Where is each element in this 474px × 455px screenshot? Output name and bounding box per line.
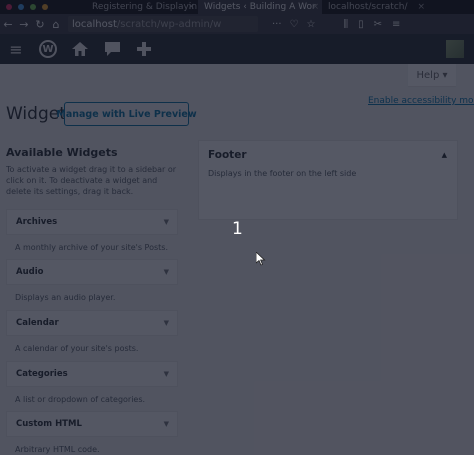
sidebar-description: Displays in the footer on the left side — [208, 169, 357, 178]
browser-tab-label: Widgets ‹ Building A Wor — [204, 2, 316, 12]
pinned-tabs — [0, 0, 86, 14]
home-icon[interactable]: ⌂ — [48, 18, 64, 31]
widget-title: Archives — [16, 217, 58, 227]
pocket-icon[interactable]: ♡ — [290, 19, 299, 30]
url-host: localhost — [72, 18, 117, 30]
close-icon[interactable]: × — [417, 0, 425, 14]
browser-menu-icon[interactable]: ≡ — [392, 19, 400, 30]
step-number: 1 — [232, 219, 243, 239]
wordpress-logo: W — [39, 40, 57, 58]
widget-custom-html[interactable]: Custom HTML ▼ — [6, 411, 178, 437]
sidebar-footer-area[interactable]: Footer ▲ Displays in the footer on the l… — [198, 140, 458, 220]
comment-icon[interactable] — [96, 34, 128, 64]
browser-tab-active[interactable]: Widgets ‹ Building A Wor × — [198, 0, 322, 14]
help-tab-button[interactable]: Help ▾ — [408, 64, 456, 86]
available-widgets-title: Available Widgets — [6, 146, 118, 159]
widget-description: A monthly archive of your site's Posts. — [15, 243, 168, 252]
reload-icon[interactable]: ↻ — [32, 18, 48, 31]
menu-icon[interactable]: ≡ — [0, 34, 32, 64]
wordpress-logo-icon[interactable]: W — [32, 34, 64, 64]
chevron-down-icon[interactable]: ▼ — [164, 319, 169, 327]
widget-title: Categories — [16, 369, 68, 379]
back-arrow-icon[interactable]: ← — [0, 18, 16, 31]
widget-audio[interactable]: Audio ▼ — [6, 259, 178, 285]
browser-tab-label: localhost/scratch/ — [328, 2, 408, 12]
widget-description: A calendar of your site's posts. — [15, 344, 139, 353]
widget-title: Audio — [16, 267, 44, 277]
sidebar-icon[interactable]: ▯ — [358, 19, 364, 30]
widget-description: A list or dropdown of categories. — [15, 395, 146, 404]
bookmark-star-icon[interactable]: ☆ — [307, 19, 316, 30]
pinned-tab-icon[interactable] — [6, 4, 12, 10]
tab-strip-spacer — [428, 0, 474, 14]
widget-title: Calendar — [16, 318, 59, 328]
chevron-up-icon[interactable]: ▲ — [442, 151, 447, 159]
chevron-down-icon[interactable]: ▼ — [164, 268, 169, 276]
url-path: /scratch/wp-admin/w — [116, 18, 222, 30]
pinned-tab-icon[interactable] — [18, 4, 24, 10]
chevron-down-icon[interactable]: ▼ — [164, 420, 169, 428]
widget-archives[interactable]: Archives ▼ — [6, 209, 178, 235]
widget-calendar[interactable]: Calendar ▼ — [6, 310, 178, 336]
avatar[interactable] — [446, 40, 464, 58]
close-icon[interactable]: × — [311, 0, 319, 14]
browser-extra-tools: ⫼ ▯ ✂ ≡ — [343, 19, 400, 30]
browser-tab[interactable]: Registering & Displayin × — [86, 0, 198, 14]
pinned-tab-icon[interactable] — [42, 4, 48, 10]
close-icon[interactable]: × — [187, 0, 195, 14]
browser-tab-strip: Registering & Displayin × Widgets ‹ Buil… — [0, 0, 474, 14]
manage-live-preview-button[interactable]: Manage with Live Preview — [56, 102, 197, 126]
plus-icon[interactable] — [128, 34, 160, 64]
home-icon[interactable] — [64, 34, 96, 64]
forward-arrow-icon[interactable]: → — [16, 18, 32, 31]
chevron-down-icon[interactable]: ▼ — [164, 370, 169, 378]
browser-tab[interactable]: localhost/scratch/ × — [322, 0, 428, 14]
widget-categories[interactable]: Categories ▼ — [6, 361, 178, 387]
wp-admin-bar: ≡ W — [0, 34, 474, 64]
library-icon[interactable]: ⫼ — [343, 19, 348, 30]
chevron-down-icon[interactable]: ▼ — [164, 218, 169, 226]
screenshot-icon[interactable]: ✂ — [374, 19, 382, 30]
page-actions-icon[interactable]: ··· — [272, 19, 282, 30]
available-widgets-description: To activate a widget drag it to a sideba… — [6, 165, 177, 196]
mouse-cursor-icon — [256, 252, 266, 266]
url-actions: ··· ♡ ☆ — [272, 19, 315, 30]
sidebar-title: Footer — [208, 149, 247, 161]
url-field[interactable]: localhost/scratch/wp-admin/w — [68, 16, 258, 32]
pinned-tab-icon[interactable] — [30, 4, 36, 10]
widget-description: Arbitrary HTML code. — [15, 445, 100, 454]
widget-description: Displays an audio player. — [15, 293, 116, 302]
screen: Registering & Displayin × Widgets ‹ Buil… — [0, 0, 474, 455]
browser-tab-label: Registering & Displayin — [92, 2, 198, 12]
widget-title: Custom HTML — [16, 419, 82, 429]
browser-toolbar: ← → ↻ ⌂ localhost/scratch/wp-admin/w ···… — [0, 14, 474, 34]
enable-accessibility-link[interactable]: Enable accessibility mode — [368, 96, 474, 106]
